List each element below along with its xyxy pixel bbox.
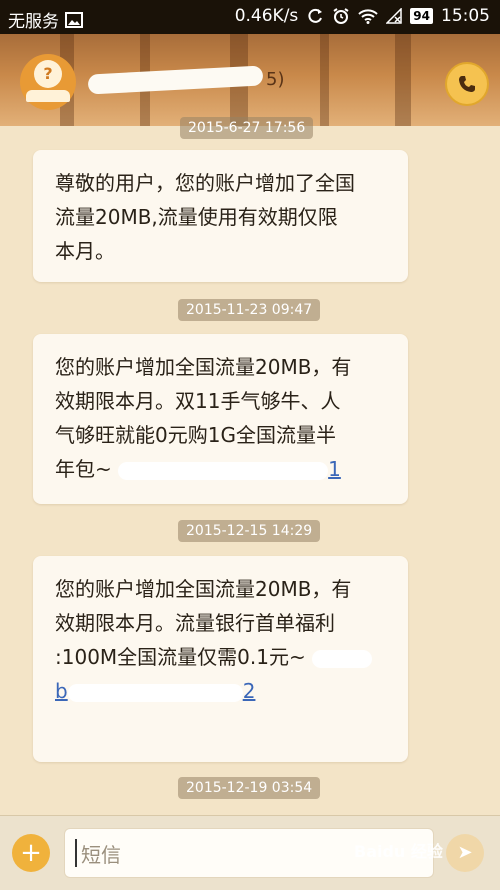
clock: 15:05 [441, 6, 490, 26]
sync-icon [308, 8, 323, 23]
image-notification-icon [65, 11, 83, 28]
carrier-label: 无服务 [8, 12, 59, 32]
call-button[interactable] [445, 62, 489, 106]
timestamp: 2015-12-19 03:54 [178, 777, 321, 799]
battery-level: 94 [410, 8, 433, 24]
redaction-scribble [87, 65, 264, 95]
alarm-icon [333, 8, 349, 24]
question-mark-icon: ? [34, 60, 62, 88]
timestamp: 2015-12-15 14:29 [178, 520, 321, 542]
timestamp: 2015-6-27 17:56 [180, 117, 314, 139]
redaction-scribble [67, 683, 243, 702]
plus-icon: + [20, 838, 42, 868]
status-bar: 无服务 0.46K/s 94 15:05 [0, 0, 500, 34]
watermark: Baidu 经验 [354, 842, 443, 861]
message-link[interactable]: 1 [118, 457, 341, 481]
message-text: 您的账户增加全国流量20MB，有 效期限本月。双11手气够牛、人 气够旺就能0元… [55, 355, 352, 481]
no-signal-icon [386, 8, 403, 24]
redaction-scribble [118, 461, 329, 480]
contact-avatar[interactable]: ? [20, 54, 76, 110]
contact-name-tail: 5) [266, 69, 285, 90]
message-bubble[interactable]: 您的账户增加全国流量20MB，有 效期限本月。流量银行首单福利 :100M全国流… [33, 556, 408, 762]
contact-name: 5) [87, 65, 298, 95]
message-bubble[interactable]: 您的账户增加全国流量20MB，有 效期限本月。双11手气够牛、人 气够旺就能0元… [33, 334, 408, 504]
timestamp: 2015-11-23 09:47 [178, 299, 321, 321]
redaction-scribble [312, 649, 373, 668]
message-input-placeholder: 短信 [81, 843, 121, 867]
message-text: 您的账户增加全国流量20MB，有 效期限本月。流量银行首单福利 :100M全国流… [55, 572, 373, 708]
message-bubble[interactable]: 尊敬的用户，您的账户增加了全国 流量20MB,流量使用有效期仅限 本月。 [33, 150, 408, 282]
message-link[interactable]: b2 [55, 679, 255, 703]
phone-icon [459, 76, 475, 92]
text-caret [75, 839, 77, 867]
conversation-header: ? 5) [0, 34, 500, 126]
message-text: 尊敬的用户，您的账户增加了全国 流量20MB,流量使用有效期仅限 本月。 [55, 171, 355, 263]
network-speed: 0.46K/s [234, 6, 299, 26]
wifi-icon [358, 9, 378, 24]
add-attachment-button[interactable]: + [12, 834, 50, 872]
